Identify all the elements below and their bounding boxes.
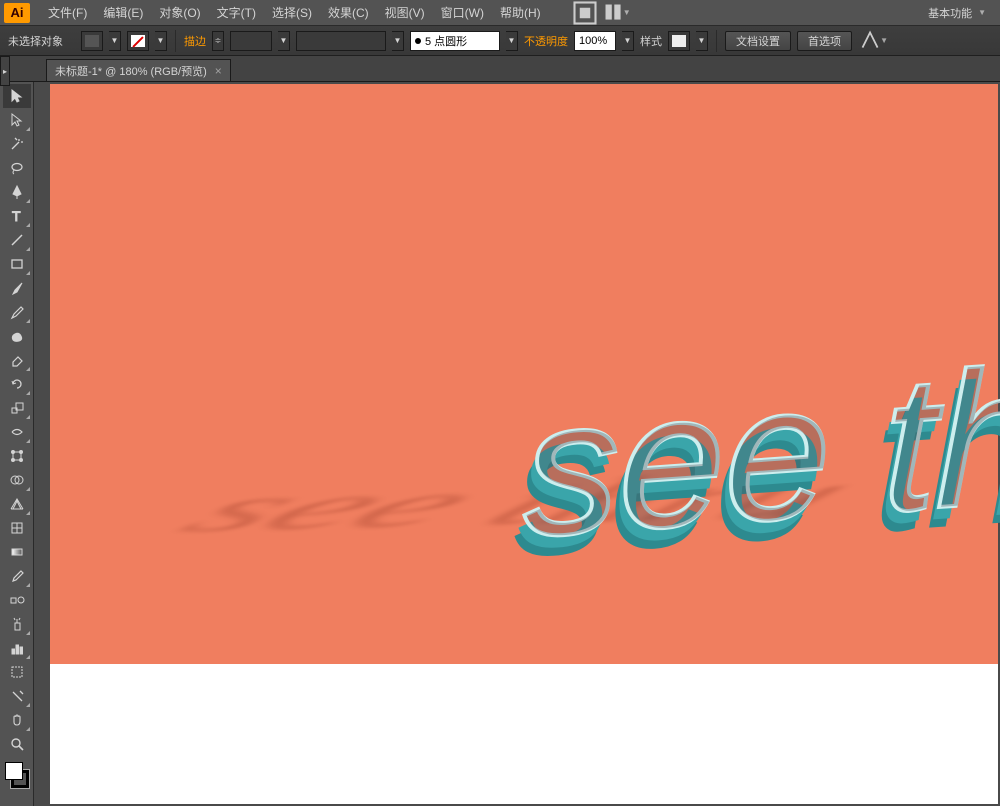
profile-select[interactable] (296, 31, 386, 51)
menu-effect[interactable]: 效果(C) (320, 4, 377, 21)
stroke-weight-stepper[interactable]: ≑ (212, 31, 224, 51)
workspace-label: 基本功能 (928, 5, 972, 21)
profile-dropdown[interactable]: ▼ (392, 31, 404, 51)
brush-dropdown[interactable]: ▼ (506, 31, 518, 51)
opacity-label[interactable]: 不透明度 (524, 33, 568, 49)
rotate-tool[interactable] (3, 372, 31, 396)
fill-stroke-indicator[interactable] (3, 760, 31, 790)
eraser-tool[interactable] (3, 348, 31, 372)
style-dropdown[interactable]: ▼ (696, 31, 708, 51)
line-tool[interactable] (3, 228, 31, 252)
control-bar: 未选择对象 ▼ ▼ 描边 ≑ ▼ ▼ 5 点圆形▼ 不透明度 100%▼ 样式 … (0, 26, 1000, 56)
perspective-grid-tool[interactable] (3, 492, 31, 516)
fill-swatch[interactable] (81, 31, 103, 51)
slice-tool[interactable] (3, 684, 31, 708)
style-swatch[interactable] (668, 31, 690, 51)
scale-tool[interactable] (3, 396, 31, 420)
stroke-weight-dropdown[interactable]: ▼ (278, 31, 290, 51)
type-tool[interactable]: T (3, 204, 31, 228)
stroke-swatch[interactable] (127, 31, 149, 51)
workspace-switcher[interactable]: 基本功能▼ (918, 5, 996, 21)
paintbrush-tool[interactable] (3, 276, 31, 300)
lasso-tool[interactable] (3, 156, 31, 180)
menu-bar: Ai 文件(F) 编辑(E) 对象(O) 文字(T) 选择(S) 效果(C) 视… (0, 0, 1000, 26)
preferences-button[interactable]: 首选项 (797, 31, 852, 51)
document-tab[interactable]: 未标题-1* @ 180% (RGB/预览) × (46, 59, 231, 81)
opacity-dropdown[interactable]: ▼ (622, 31, 634, 51)
pencil-tool[interactable] (3, 300, 31, 324)
direct-selection-tool[interactable] (3, 108, 31, 132)
svg-text:T: T (12, 208, 21, 224)
menu-view[interactable]: 视图(V) (377, 4, 433, 21)
close-tab-icon[interactable]: × (215, 64, 222, 78)
hand-tool[interactable] (3, 708, 31, 732)
panel-toggle-left[interactable]: ▸ (0, 56, 10, 86)
artboard-tool[interactable] (3, 660, 31, 684)
brush-name: 5 点圆形 (425, 33, 467, 49)
fill-dropdown[interactable]: ▼ (109, 31, 121, 51)
menu-edit[interactable]: 编辑(E) (95, 4, 151, 21)
stroke-weight-input[interactable] (230, 31, 272, 51)
document-tab-title: 未标题-1* @ 180% (RGB/预览) (55, 63, 207, 79)
menu-select[interactable]: 选择(S) (264, 4, 320, 21)
menu-file[interactable]: 文件(F) (40, 4, 95, 21)
artboard[interactable]: see thru see thru see thru see thru see … (50, 84, 998, 664)
selection-status: 未选择对象 (8, 33, 63, 49)
column-graph-tool[interactable] (3, 636, 31, 660)
shape-builder-tool[interactable] (3, 468, 31, 492)
width-tool[interactable] (3, 420, 31, 444)
gradient-tool[interactable] (3, 540, 31, 564)
menu-object[interactable]: 对象(O) (151, 4, 208, 21)
fill-indicator[interactable] (5, 762, 23, 780)
selection-tool[interactable] (3, 84, 31, 108)
eyedropper-tool[interactable] (3, 564, 31, 588)
arrange-icon[interactable]: ▼ (603, 2, 631, 24)
blend-tool[interactable] (3, 588, 31, 612)
stroke-label[interactable]: 描边 (184, 33, 206, 49)
document-setup-button[interactable]: 文档设置 (725, 31, 791, 51)
opacity-input[interactable]: 100% (574, 31, 616, 51)
bridge-icon[interactable] (571, 2, 599, 24)
mesh-tool[interactable] (3, 516, 31, 540)
transform-panel-icon[interactable]: ▼ (860, 30, 888, 52)
menu-type[interactable]: 文字(T) (209, 4, 264, 21)
blob-brush-tool[interactable] (3, 324, 31, 348)
menu-window[interactable]: 窗口(W) (433, 4, 492, 21)
menu-help[interactable]: 帮助(H) (492, 4, 549, 21)
app-logo: Ai (4, 3, 30, 23)
artwork-shadow: see thru (151, 456, 896, 547)
rectangle-tool[interactable] (3, 252, 31, 276)
brush-select[interactable]: 5 点圆形 (410, 31, 500, 51)
pasteboard[interactable] (50, 664, 998, 804)
style-label: 样式 (640, 33, 662, 49)
canvas-area[interactable]: see thru see thru see thru see thru see … (34, 82, 1000, 806)
magic-wand-tool[interactable] (3, 132, 31, 156)
tools-panel: T (0, 82, 34, 806)
zoom-tool[interactable] (3, 732, 31, 756)
pen-tool[interactable] (3, 180, 31, 204)
free-transform-tool[interactable] (3, 444, 31, 468)
stroke-dropdown[interactable]: ▼ (155, 31, 167, 51)
document-tab-bar: 未标题-1* @ 180% (RGB/预览) × (0, 56, 1000, 82)
symbol-sprayer-tool[interactable] (3, 612, 31, 636)
